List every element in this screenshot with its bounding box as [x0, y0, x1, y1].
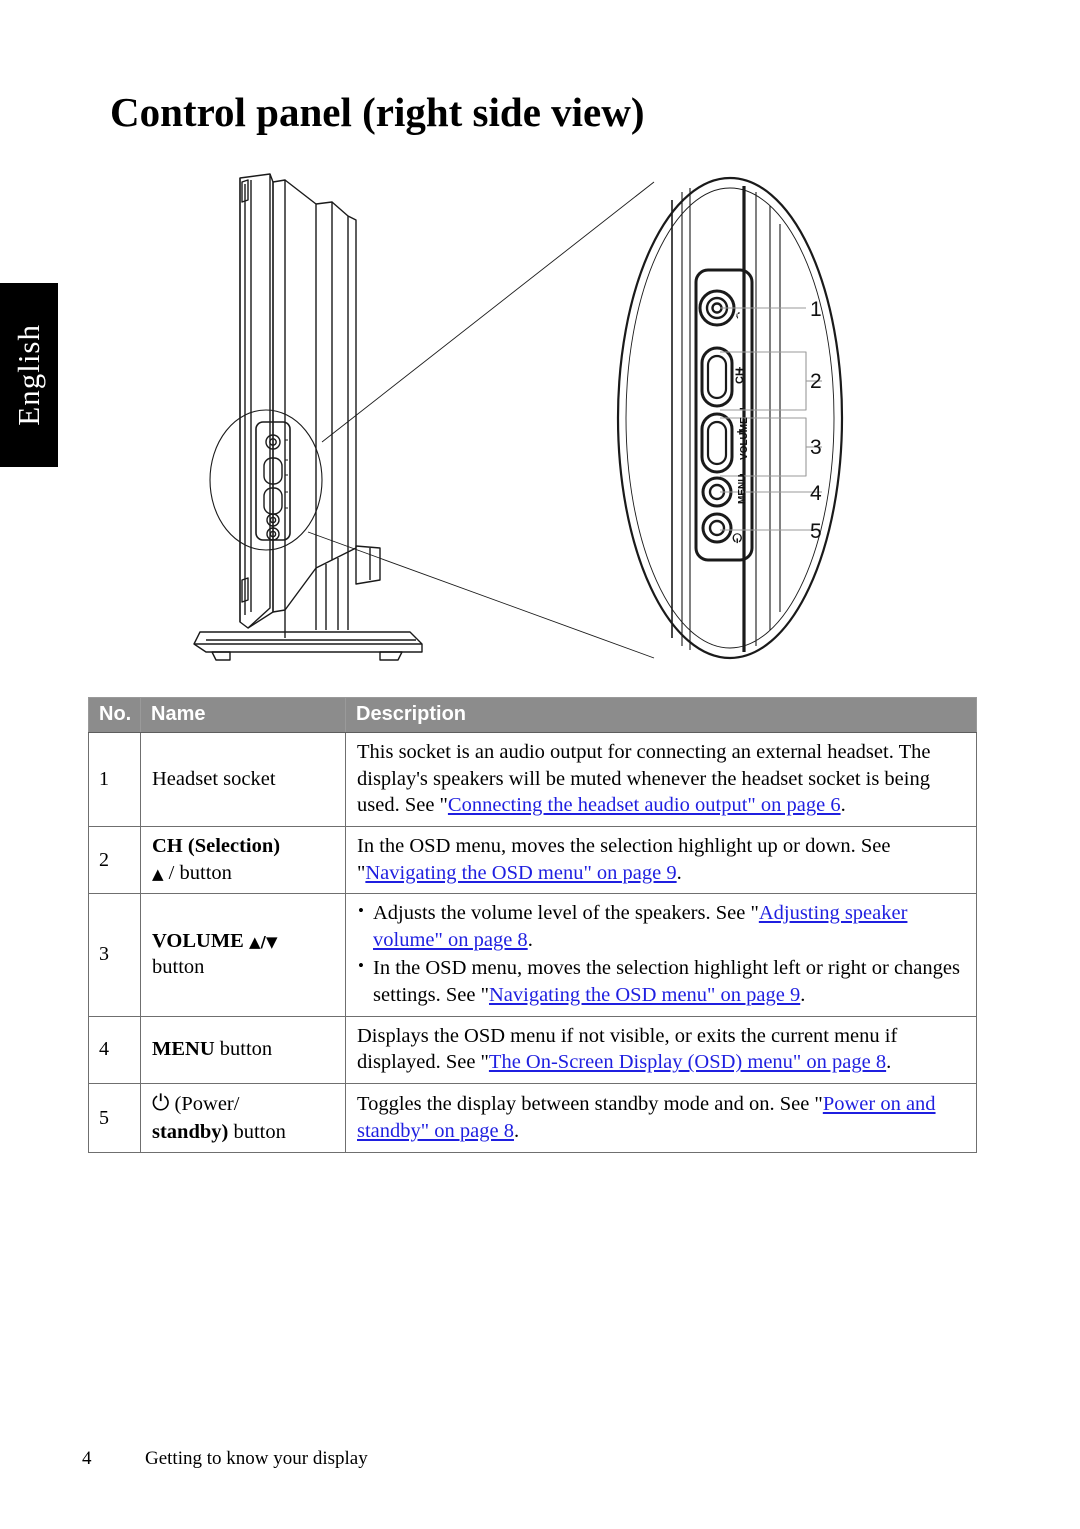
table-row: 5 ⏻ (Power/ standby) button Toggles the …	[88, 1083, 977, 1154]
headphone-icon-label: ♪	[735, 309, 741, 323]
desc-text-end: .	[513, 1119, 520, 1142]
callout-number-5: 5	[810, 520, 822, 543]
row-description: Displays the OSD menu if not visible, or…	[345, 1015, 977, 1085]
row-number: 2	[88, 825, 141, 895]
row-name: ⏻ (Power/ standby) button	[140, 1083, 346, 1154]
row-name-suffix: / button	[168, 861, 232, 884]
row-name-bold: VOLUME ▲/▼	[152, 928, 336, 955]
document-page: English Control panel (right side view)	[0, 0, 1080, 1529]
callout-number-2: 2	[810, 370, 822, 393]
row-number: 5	[88, 1083, 141, 1154]
zoom-source-ellipse	[209, 409, 323, 551]
power-icon: ⏻	[152, 1091, 170, 1117]
ch-label: CH	[734, 368, 746, 384]
row-name-bold: standby)	[152, 1120, 229, 1143]
footer-section-title: Getting to know your display	[145, 1448, 368, 1469]
description-bullet-list: Adjusts the volume level of the speakers…	[357, 900, 970, 1009]
desc-text-end: .	[886, 1051, 892, 1074]
page-footer: 4 Getting to know your display	[0, 1448, 1080, 1478]
column-header-name: Name	[140, 697, 346, 733]
row-name-text: Headset socket	[152, 767, 276, 790]
list-item: In the OSD menu, moves the selection hig…	[357, 955, 970, 1008]
row-name: MENU button	[140, 1015, 346, 1085]
row-name-suffix: button	[228, 1120, 286, 1143]
list-item: Adjusts the volume level of the speakers…	[357, 900, 970, 953]
cross-reference-link[interactable]: Navigating the OSD menu" on page 9	[365, 862, 676, 884]
table-row: 2 CH (Selection) ▲ / button In the OSD m…	[88, 825, 977, 895]
desc-text: Toggles the display between standby mode…	[357, 1093, 823, 1116]
cross-reference-link[interactable]: Connecting the headset audio output" on …	[448, 794, 841, 816]
bullet-text-end: .	[800, 984, 806, 1007]
callout-number-1: 1	[810, 298, 822, 321]
row-name-text: (Power/	[174, 1093, 240, 1116]
table-row: 3 VOLUME ▲/▼ button Adjusts the volume l…	[88, 893, 977, 1017]
row-name: VOLUME ▲/▼ button	[140, 893, 346, 1017]
table-header-row: No. Name Description	[88, 697, 977, 733]
callout-number-4: 4	[810, 482, 822, 505]
desc-text-end: .	[840, 794, 846, 817]
row-name-second-line: standby) button	[152, 1119, 336, 1146]
row-name: CH (Selection) ▲ / button	[140, 825, 346, 895]
row-name-arrows: ▲ / button	[152, 860, 336, 887]
panel-legend-group: + CH - + VOLUME - MENU ⏻ ♪	[732, 309, 750, 545]
table-row: 1 Headset socket This socket is an audio…	[88, 732, 977, 827]
language-side-tab: English	[0, 283, 58, 467]
desc-text-end: .	[676, 861, 682, 884]
row-number: 3	[88, 893, 141, 1017]
ch-minus-label: -	[739, 403, 743, 415]
row-description: In the OSD menu, moves the selection hig…	[345, 825, 977, 895]
cross-reference-link[interactable]: Navigating the OSD menu" on page 9	[489, 984, 800, 1006]
control-panel-figure: + CH - + VOLUME - MENU ⏻ ♪ 1 2 3 4 5	[80, 160, 980, 690]
row-description: Adjusts the volume level of the speakers…	[345, 893, 977, 1017]
row-name-power: ⏻ (Power/	[152, 1090, 336, 1119]
callout-leader-bottom	[307, 531, 655, 659]
bullet-text-end: .	[527, 928, 533, 951]
language-tab-label: English	[11, 324, 46, 426]
row-description: Toggles the display between standby mode…	[345, 1083, 977, 1154]
page-title: Control panel (right side view)	[110, 89, 645, 135]
callout-leader-top	[321, 181, 655, 443]
row-number: 1	[88, 732, 141, 827]
footer-page-number: 4	[82, 1448, 92, 1469]
volume-label: VOLUME	[739, 417, 750, 460]
row-name: Headset socket	[140, 732, 346, 827]
up-arrow-icon: ▲	[152, 864, 164, 883]
row-name-suffix: button	[214, 1038, 273, 1061]
row-name-bold: MENU	[152, 1038, 215, 1061]
power-symbol-label: ⏻	[732, 531, 742, 545]
row-name-bold: CH (Selection)	[152, 834, 281, 857]
control-panel-table: No. Name Description 1 Headset socket Th…	[88, 697, 977, 1154]
menu-label: MENU	[737, 475, 748, 504]
up-down-arrow-icon: ▲/▼	[248, 932, 278, 951]
table-row: 4 MENU button Displays the OSD menu if n…	[88, 1015, 977, 1085]
cross-reference-link[interactable]: The On-Screen Display (OSD) menu" on pag…	[489, 1051, 886, 1073]
callout-number-3: 3	[810, 436, 822, 459]
column-header-no: No.	[88, 697, 141, 733]
volume-label-text: VOLUME	[152, 929, 244, 952]
monitor-side-view-illustration: + CH - + VOLUME - MENU ⏻ ♪	[193, 173, 844, 661]
row-description: This socket is an audio output for conne…	[345, 732, 977, 827]
row-number: 4	[88, 1015, 141, 1085]
bullet-text: Adjusts the volume level of the speakers…	[373, 902, 759, 925]
row-name-suffix: button	[152, 956, 205, 979]
column-header-description: Description	[345, 697, 977, 733]
